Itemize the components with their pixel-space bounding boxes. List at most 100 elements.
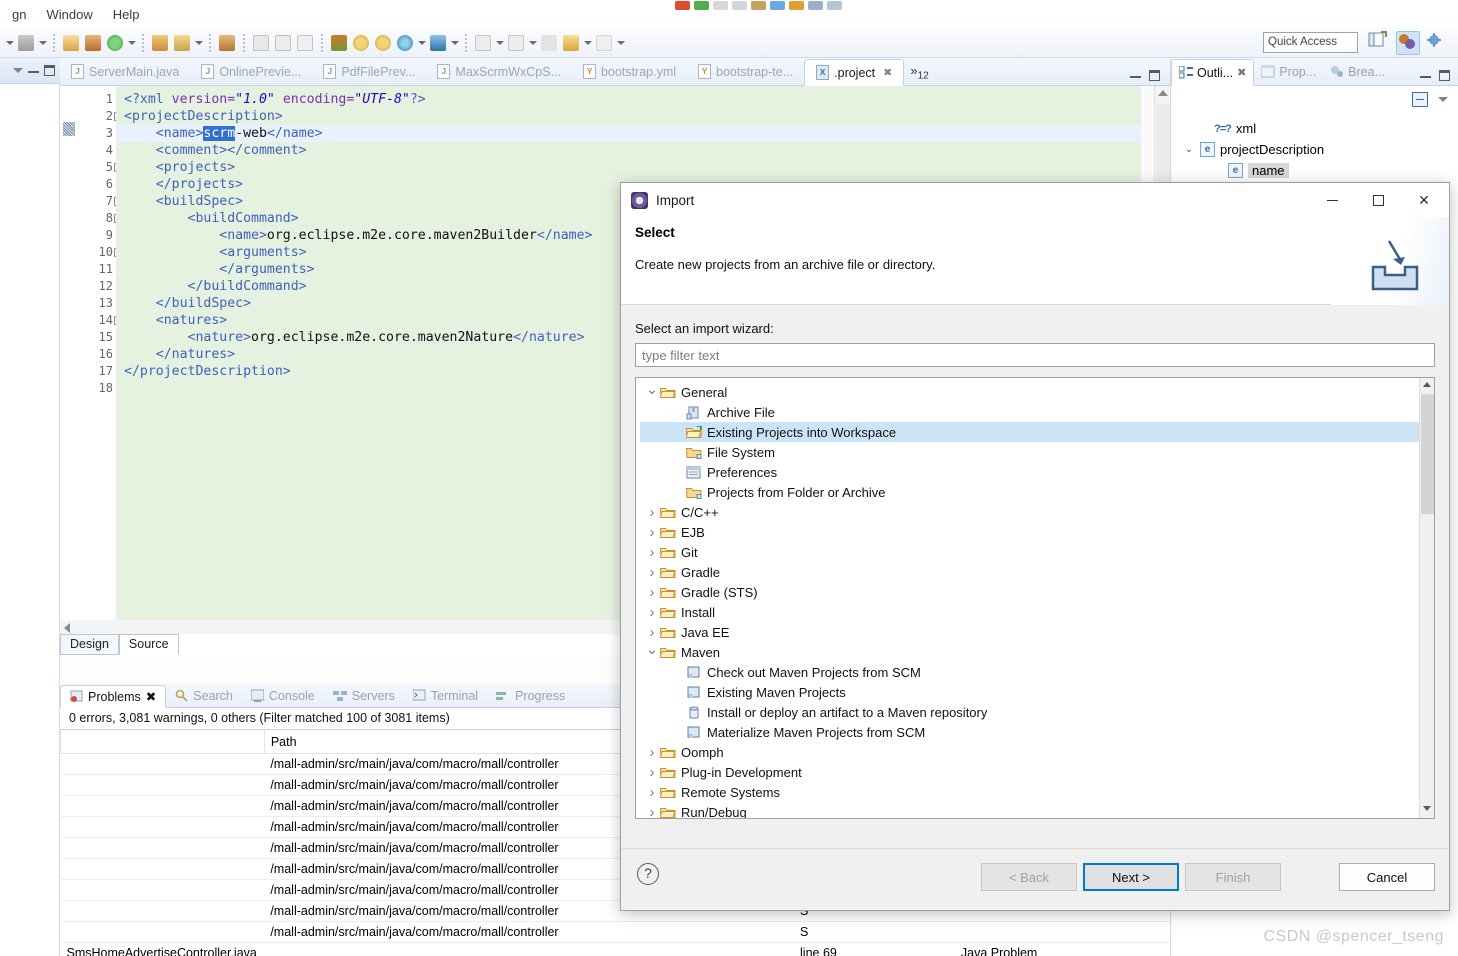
close-icon[interactable]: ✖ — [1237, 66, 1246, 79]
scroll-up-arrow-icon[interactable] — [1158, 90, 1168, 96]
dropdown-arrow-icon[interactable] — [615, 32, 626, 54]
tree-node[interactable]: MExisting Maven Projects — [640, 682, 1434, 702]
new-package-icon[interactable] — [82, 32, 104, 54]
tree-node[interactable]: C/C++ — [640, 502, 1434, 522]
code-line[interactable]: <comment></comment> — [116, 142, 1170, 159]
view-menu-icon[interactable] — [13, 68, 23, 73]
code-line[interactable]: <projects> — [116, 159, 1170, 176]
chevron-down-icon[interactable] — [644, 643, 660, 661]
editor-tab-pdffileprev[interactable]: J PdfFilePrev... — [312, 58, 426, 85]
cancel-button[interactable]: Cancel — [1339, 863, 1435, 891]
tree-node[interactable]: EJB — [640, 522, 1434, 542]
tree-node[interactable]: Plug-in Development — [640, 762, 1434, 782]
chevron-right-icon[interactable] — [644, 604, 660, 621]
tab-design[interactable]: Design — [60, 634, 119, 655]
tab-source[interactable]: Source — [119, 634, 179, 655]
debug-icon[interactable] — [15, 32, 37, 54]
scroll-down-arrow-icon[interactable] — [1423, 806, 1431, 811]
chevron-right-icon[interactable] — [644, 624, 660, 641]
chevron-right-icon[interactable] — [644, 764, 660, 781]
tab-outline[interactable]: Outli... ✖ — [1171, 59, 1254, 86]
tree-node[interactable]: Install or deploy an artifact to a Maven… — [640, 702, 1434, 722]
chevron-right-icon[interactable] — [644, 504, 660, 521]
java-ee-perspective-icon[interactable] — [1396, 31, 1420, 55]
close-button[interactable]: ✕ — [1401, 184, 1447, 217]
link-icon[interactable] — [427, 32, 449, 54]
chevron-down-icon[interactable] — [644, 383, 660, 401]
chevron-right-icon[interactable] — [644, 544, 660, 561]
tree-node-selected[interactable]: Existing Projects into Workspace — [640, 422, 1434, 442]
menu-item-help[interactable]: Help — [103, 3, 150, 26]
scroll-up-arrow-icon[interactable] — [1423, 382, 1431, 387]
column-header-resource[interactable] — [61, 730, 265, 754]
tree-node[interactable]: Projects from Folder or Archive — [640, 482, 1434, 502]
tree-scrollbar[interactable] — [1419, 378, 1434, 819]
tab-search[interactable]: Search — [166, 684, 242, 707]
tree-node[interactable]: Remote Systems — [640, 782, 1434, 802]
tree-node[interactable]: Run/Debug — [640, 802, 1434, 819]
collapse-all-icon[interactable] — [1412, 92, 1428, 107]
minimize-icon[interactable] — [1130, 74, 1141, 78]
close-icon[interactable]: ✖ — [146, 689, 156, 704]
scroll-left-arrow-icon[interactable] — [64, 623, 70, 633]
maximize-button[interactable] — [1355, 184, 1401, 217]
tree-node[interactable]: File System — [640, 442, 1434, 462]
maximize-icon[interactable] — [1149, 70, 1160, 81]
editor-tab-onlinepreview[interactable]: J OnlinePrevie... — [190, 58, 312, 85]
table-row[interactable]: SmsHomeAdvertiseController.javaline 69Ja… — [61, 943, 1170, 956]
maximize-icon[interactable] — [44, 65, 55, 76]
outline-node[interactable]: ename — [1183, 160, 1458, 181]
debug-perspective-icon[interactable] — [1424, 31, 1448, 55]
marker-icon[interactable] — [171, 32, 193, 54]
dropdown-arrow-icon[interactable] — [527, 32, 538, 54]
tree-node[interactable]: Maven — [640, 642, 1434, 662]
next-button[interactable]: Next > — [1083, 863, 1179, 891]
tree-node[interactable]: Gradle — [640, 562, 1434, 582]
new-wizard-icon[interactable] — [60, 32, 82, 54]
chevron-right-icon[interactable] — [644, 784, 660, 801]
tree-node[interactable]: Preferences — [640, 462, 1434, 482]
table-row[interactable]: /mall-admin/src/main/java/com/macro/mall… — [61, 922, 1170, 943]
tab-problems[interactable]: Problems ✖ — [60, 685, 166, 708]
code-line[interactable]: <?xml version="1.0" encoding="UTF-8"?> — [116, 91, 1170, 108]
editor-tab-overflow[interactable]: »12 — [904, 63, 934, 82]
tree-node[interactable]: Install — [640, 602, 1434, 622]
tab-terminal[interactable]: Terminal — [404, 684, 487, 707]
tree-node[interactable]: Git — [640, 542, 1434, 562]
tab-servers[interactable]: Servers — [324, 684, 404, 707]
close-icon[interactable]: ✖ — [883, 66, 892, 79]
help-search-icon[interactable] — [372, 32, 394, 54]
search-icon[interactable] — [350, 32, 372, 54]
filter-input[interactable] — [635, 343, 1435, 367]
chevron-right-icon[interactable] — [644, 564, 660, 581]
dropdown-arrow-icon[interactable] — [582, 32, 593, 54]
outline-node[interactable]: ⌄eprojectDescription — [1183, 139, 1458, 160]
tree-node[interactable]: MMaterialize Maven Projects from SCM — [640, 722, 1434, 742]
maximize-icon[interactable] — [1439, 70, 1450, 81]
chevron-right-icon[interactable] — [644, 744, 660, 761]
chevron-right-icon[interactable] — [644, 524, 660, 541]
help-button[interactable]: ? — [637, 863, 659, 885]
dropdown-arrow-icon[interactable] — [126, 32, 137, 54]
open-resource-icon[interactable] — [216, 32, 238, 54]
tree-node[interactable]: Archive File — [640, 402, 1434, 422]
web-browser-icon[interactable] — [394, 32, 416, 54]
tree-node[interactable]: MCheck out Maven Projects from SCM — [640, 662, 1434, 682]
editor-tab-project[interactable]: X .project ✖ — [804, 59, 904, 86]
import-wizard-tree[interactable]: GeneralArchive FileExisting Projects int… — [635, 377, 1435, 819]
tab-progress[interactable]: Progress — [487, 684, 574, 707]
minimize-icon[interactable] — [1420, 74, 1431, 78]
dropdown-arrow-icon[interactable] — [37, 32, 48, 54]
dropdown-arrow-icon[interactable] — [4, 32, 15, 54]
run-last-icon[interactable] — [104, 32, 126, 54]
quick-access-input[interactable]: Quick Access — [1263, 32, 1358, 53]
tree-node[interactable]: General — [640, 382, 1434, 402]
chevron-right-icon[interactable] — [644, 584, 660, 601]
menu-item-window[interactable]: Window — [36, 3, 102, 26]
tab-console[interactable]: Console — [242, 684, 324, 707]
editor-tab-bootstrap-te[interactable]: Y bootstrap-te... — [687, 58, 804, 85]
code-line[interactable]: <name>scrm-web</name> — [116, 125, 1170, 142]
scrollbar-thumb[interactable] — [1421, 394, 1434, 514]
chevron-down-icon[interactable]: ⌄ — [1183, 144, 1195, 155]
menu-item-gn[interactable]: gn — [2, 3, 36, 26]
